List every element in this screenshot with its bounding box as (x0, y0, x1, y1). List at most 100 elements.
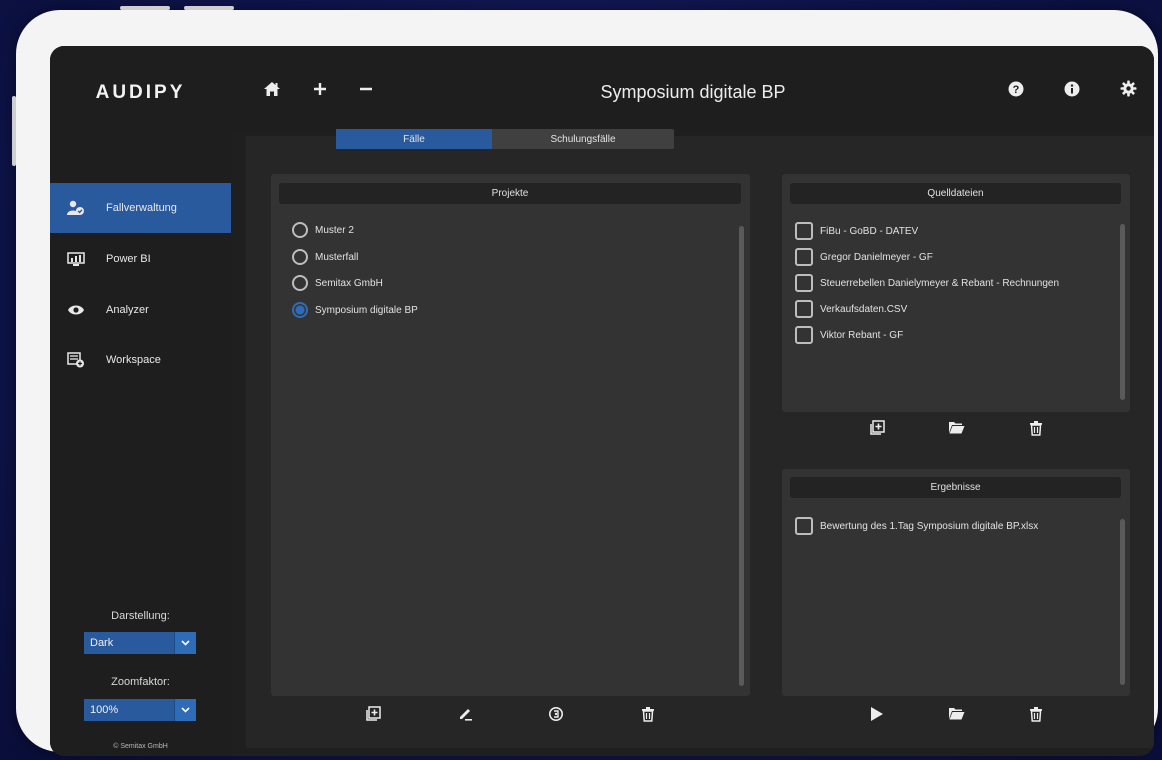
workspace-icon (66, 352, 86, 368)
restore-project-button[interactable] (546, 706, 566, 726)
help-icon: ? (1008, 81, 1024, 102)
darstellung-select[interactable]: Dark (84, 632, 196, 654)
chevron-down-icon[interactable] (174, 699, 196, 721)
sidebar-item-workspace[interactable]: Workspace (50, 335, 231, 385)
darstellung-value: Dark (90, 637, 114, 649)
refresh-icon (548, 706, 564, 727)
quelldateien-panel: Quelldateien FiBu - GoBD - DATEV Gregor … (782, 174, 1130, 412)
add-icon (869, 420, 885, 440)
source-file-label: FiBu - GoBD - DATEV (820, 225, 919, 237)
sidebar-item-label: Power BI (106, 253, 151, 265)
play-icon (870, 706, 884, 727)
copyright-text: © Semitax GmbH (113, 743, 168, 750)
project-item[interactable]: Semitax GmbH (292, 275, 383, 291)
svg-text:?: ? (1013, 84, 1020, 96)
delete-project-button[interactable] (638, 706, 658, 726)
projekte-panel: Projekte Muster 2 Musterfall Semitax Gmb… (271, 174, 750, 696)
folder-icon (948, 707, 965, 725)
page-title: Symposium digitale BP (600, 82, 786, 102)
darstellung-label: Darstellung: (111, 610, 170, 622)
quelldateien-scrollbar[interactable] (1120, 224, 1125, 400)
tab-schulungsfaelle[interactable]: Schulungsfälle (492, 129, 674, 149)
delete-result-button[interactable] (1026, 706, 1046, 726)
source-file-label: Steuerrebellen Danielymeyer & Rebant - R… (820, 277, 1060, 289)
chevron-down-icon[interactable] (174, 632, 196, 654)
radio-button[interactable] (292, 222, 308, 238)
source-file-item[interactable]: Steuerrebellen Danielymeyer & Rebant - R… (795, 274, 1059, 292)
eye-icon (66, 304, 86, 316)
source-file-item[interactable]: Verkaufsdaten.CSV (795, 300, 907, 318)
project-item[interactable]: Musterfall (292, 249, 358, 265)
delete-icon (1029, 706, 1043, 727)
sidebar-item-analyzer[interactable]: Analyzer (50, 285, 231, 335)
checkbox[interactable] (795, 248, 813, 266)
chart-screen-icon (66, 251, 86, 267)
source-file-item[interactable]: Viktor Rebant - GF (795, 326, 903, 344)
sidebar-item-fallverwaltung[interactable]: Fallverwaltung (50, 183, 231, 233)
source-file-label: Viktor Rebant - GF (820, 329, 904, 341)
home-button[interactable] (261, 80, 283, 102)
case-tabs: Fälle Schulungsfälle (336, 129, 674, 149)
sidebar-item-label: Workspace (106, 354, 161, 366)
ergebnisse-panel: Ergebnisse Bewertung des 1.Tag Symposium… (782, 469, 1130, 696)
delete-icon (1029, 420, 1043, 441)
tablet-button-side (12, 96, 16, 166)
source-file-item[interactable]: Gregor Danielmeyer - GF (795, 248, 933, 266)
open-source-folder-button[interactable] (946, 420, 966, 440)
tablet-frame: AUDIPY Fallverwaltung Power BI Analyzer (12, 6, 1158, 756)
projekte-header: Projekte (279, 183, 741, 204)
project-label: Musterfall (315, 251, 359, 263)
edit-icon (458, 706, 473, 726)
sidebar-item-label: Analyzer (106, 304, 149, 316)
source-file-label: Verkaufsdaten.CSV (820, 303, 908, 315)
checkbox[interactable] (795, 326, 813, 344)
quelldateien-header: Quelldateien (790, 183, 1121, 204)
edit-project-button[interactable] (455, 706, 475, 726)
top-bar: Symposium digitale BP ? (231, 46, 1154, 130)
open-results-folder-button[interactable] (946, 706, 966, 726)
tablet-button-top-2 (184, 6, 234, 10)
info-button[interactable] (1061, 80, 1083, 102)
radio-button[interactable] (292, 275, 308, 291)
checkbox[interactable] (795, 222, 813, 240)
folder-icon (948, 421, 965, 439)
radio-button-selected[interactable] (292, 302, 308, 318)
help-button[interactable]: ? (1005, 80, 1027, 102)
add-source-file-button[interactable] (867, 420, 887, 440)
add-icon (365, 706, 381, 726)
run-button[interactable] (867, 706, 887, 726)
zoom-select[interactable]: 100% (84, 699, 196, 721)
info-icon (1064, 81, 1080, 102)
source-file-label: Gregor Danielmeyer - GF (820, 251, 933, 263)
app-screen: AUDIPY Fallverwaltung Power BI Analyzer (50, 46, 1154, 756)
source-file-item[interactable]: FiBu - GoBD - DATEV (795, 222, 918, 240)
project-label: Muster 2 (315, 224, 354, 236)
sidebar-item-label: Fallverwaltung (106, 202, 177, 214)
add-project-button[interactable] (363, 706, 383, 726)
tab-faelle[interactable]: Fälle (336, 129, 492, 149)
sidebar-item-power-bi[interactable]: Power BI (50, 234, 231, 284)
project-label: Symposium digitale BP (315, 304, 418, 316)
project-item[interactable]: Muster 2 (292, 222, 354, 238)
radio-button[interactable] (292, 249, 308, 265)
delete-icon (641, 706, 655, 727)
zoom-label: Zoomfaktor: (111, 676, 170, 688)
checkbox[interactable] (795, 274, 813, 292)
checkbox[interactable] (795, 517, 813, 535)
plus-icon (313, 82, 327, 101)
users-icon (66, 200, 86, 216)
add-case-button[interactable] (309, 80, 331, 102)
settings-button[interactable] (1117, 80, 1139, 102)
ergebnisse-header: Ergebnisse (790, 477, 1121, 498)
delete-source-file-button[interactable] (1026, 420, 1046, 440)
ergebnisse-scrollbar[interactable] (1120, 519, 1125, 685)
projekte-scrollbar[interactable] (739, 226, 744, 686)
home-icon (263, 81, 281, 102)
checkbox[interactable] (795, 300, 813, 318)
tablet-button-top-1 (120, 6, 170, 10)
project-item-selected[interactable]: Symposium digitale BP (292, 302, 418, 318)
app-logo: AUDIPY (95, 82, 186, 103)
result-file-item[interactable]: Bewertung des 1.Tag Symposium digitale B… (795, 517, 1038, 535)
remove-case-button[interactable] (355, 80, 377, 102)
sidebar: AUDIPY Fallverwaltung Power BI Analyzer (50, 46, 231, 756)
